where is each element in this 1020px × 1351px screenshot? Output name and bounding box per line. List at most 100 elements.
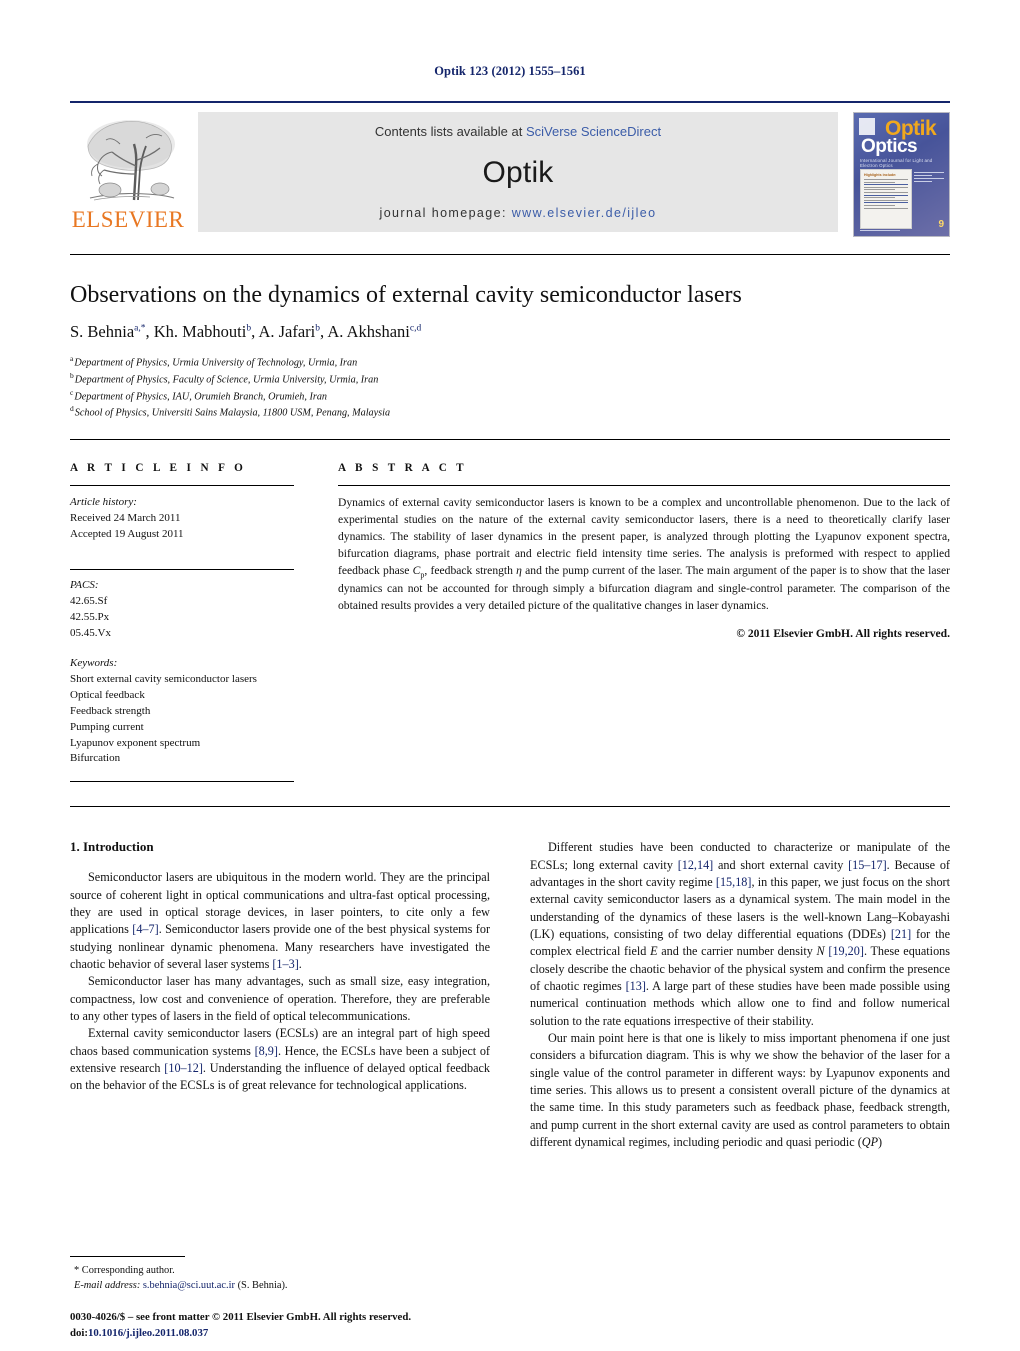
abstract-copyright: © 2011 Elsevier GmbH. All rights reserve… xyxy=(736,626,950,640)
journal-homepage-link[interactable]: www.elsevier.de/ijleo xyxy=(512,206,657,220)
journal-cover-container: Optik Optics International Journal for L… xyxy=(850,112,950,244)
elsevier-wordmark: ELSEVIER xyxy=(71,207,185,232)
footnote-divider xyxy=(70,1255,185,1257)
cover-issue-value: 9 xyxy=(938,219,944,230)
citation-link[interactable]: [1–3] xyxy=(272,957,298,971)
cover-side-line xyxy=(914,172,944,173)
pacs-label: PACS: xyxy=(70,579,99,592)
cover-side-line xyxy=(914,181,932,182)
citation-link[interactable]: [13] xyxy=(626,979,646,993)
affiliation-text: Department of Physics, Urmia University … xyxy=(74,357,358,369)
doi-label: doi: xyxy=(70,1326,88,1339)
email-owner: (S. Behnia). xyxy=(237,1279,288,1291)
cover-text-line xyxy=(864,184,908,186)
cover-side-lines xyxy=(914,170,944,184)
paragraph: Our main point here is that one is likel… xyxy=(530,1030,950,1151)
info-top-divider xyxy=(70,439,950,441)
journal-cover-thumbnail: Optik Optics International Journal for L… xyxy=(853,112,950,237)
cover-text-line xyxy=(864,186,908,188)
pacs-block: PACS: 42.65.Sf 42.55.Px 05.45.Vx xyxy=(70,578,294,642)
cover-tagline: International Journal for Light and Elec… xyxy=(860,158,933,168)
pacs-code: 05.45.Vx xyxy=(70,626,111,639)
cover-text-line xyxy=(864,204,895,206)
citation-link[interactable]: [8,9] xyxy=(255,1044,278,1058)
cover-side-line xyxy=(914,175,932,176)
keyword-item: Lyapunov exponent spectrum xyxy=(70,736,201,749)
email-address-link[interactable]: s.behnia@sci.uut.ac.ir xyxy=(143,1280,235,1291)
title-divider xyxy=(70,254,950,255)
inline-symbol: E xyxy=(650,944,658,959)
author-affil-mark: c,d xyxy=(409,323,422,334)
body-columns: 1. Introduction Semiconductor lasers are… xyxy=(70,839,950,1151)
homepage-prefix: journal homepage: xyxy=(379,206,512,220)
keyword-item: Optical feedback xyxy=(70,688,145,701)
abstract-heading: A B S T R A C T xyxy=(338,462,468,475)
received-date: Received 24 March 2011 xyxy=(70,512,181,525)
author-affil-mark: a,* xyxy=(134,323,146,334)
citation-link[interactable]: [19,20] xyxy=(828,944,864,958)
author-name: Kh. Mabhouti xyxy=(153,321,247,341)
section-heading-introduction: 1. Introduction xyxy=(70,839,154,855)
article-info-heading: A R T I C L E I N F O xyxy=(70,462,247,475)
body-top-divider xyxy=(70,806,950,808)
keyword-item: Bifurcation xyxy=(70,752,121,765)
cover-elsevier-mark-icon xyxy=(859,118,875,135)
imprint-line: 0030-4026/$ – see front matter © 2011 El… xyxy=(70,1310,412,1323)
text-run: and the carrier number density xyxy=(657,944,817,959)
author-name: S. Behnia xyxy=(70,321,135,341)
citation-link[interactable]: [15,18] xyxy=(716,875,752,889)
citation-link[interactable]: [12,14] xyxy=(678,858,714,872)
keywords-label: Keywords: xyxy=(70,656,118,669)
abstract-column: A B S T R A C T Dynamics of external cav… xyxy=(314,462,950,782)
affiliation-mark: a xyxy=(70,353,74,363)
keywords-block: Keywords: Short external cavity semicond… xyxy=(70,656,294,768)
article-info-rule xyxy=(70,485,294,487)
cover-highlight-box: Highlights include: xyxy=(860,169,912,229)
cover-text-line xyxy=(864,197,895,199)
imprint-block: 0030-4026/$ – see front matter © 2011 El… xyxy=(70,1309,670,1341)
citation-link[interactable]: [10–12] xyxy=(164,1061,203,1075)
paragraph: Different studies have been conducted to… xyxy=(530,839,950,1030)
info-bottom-divider xyxy=(70,781,294,783)
affiliation-item: dSchool of Physics, Universiti Sains Mal… xyxy=(70,404,950,421)
cover-text-line xyxy=(864,181,895,183)
journal-title: Optik xyxy=(482,155,554,189)
inline-symbol: N xyxy=(816,944,825,959)
cover-text-line xyxy=(864,194,908,196)
elsevier-tree-icon xyxy=(87,120,175,201)
text-run: Our main point here is that one is likel… xyxy=(530,1031,950,1149)
cover-bottom-line xyxy=(860,230,900,231)
info-abstract-section: A R T I C L E I N F O Article history: R… xyxy=(70,462,950,783)
journal-banner-center: Contents lists available at SciVerse Sci… xyxy=(198,112,838,232)
keyword-item: Short external cavity semiconductor lase… xyxy=(70,672,257,685)
text-run: . xyxy=(298,957,302,972)
affiliation-item: cDepartment of Physics, IAU, Orumieh Bra… xyxy=(70,388,950,405)
corresponding-author-note: * Corresponding author. xyxy=(74,1264,175,1276)
affiliation-item: bDepartment of Physics, Faculty of Scien… xyxy=(70,371,950,388)
abstract-part-2: , feedback strength xyxy=(424,563,517,577)
text-run: ) xyxy=(878,1135,883,1149)
sciencedirect-link[interactable]: SciVerse ScienceDirect xyxy=(526,124,661,139)
cover-side-line xyxy=(914,178,944,179)
article-history-block: Article history: Received 24 March 2011 … xyxy=(70,495,294,543)
paragraph: External cavity semiconductor lasers (EC… xyxy=(70,1025,490,1094)
pacs-code: 42.65.Sf xyxy=(70,595,108,608)
affiliation-mark: d xyxy=(70,404,74,414)
affiliation-list: aDepartment of Physics, Urmia University… xyxy=(70,354,950,422)
doi-value[interactable]: 10.1016/j.ijleo.2011.08.037 xyxy=(88,1327,208,1339)
text-run: and short external cavity xyxy=(713,857,849,872)
cover-text-line xyxy=(864,191,908,193)
email-label: E-mail address: xyxy=(74,1279,141,1291)
inline-symbol: QP xyxy=(861,1135,879,1149)
paragraph: Semiconductor lasers are ubiquitous in t… xyxy=(70,869,490,973)
email-note: E-mail address: s.behnia@sci.uut.ac.ir (… xyxy=(70,1278,490,1293)
cover-text-line xyxy=(864,207,908,209)
author-affil-mark: b xyxy=(246,323,252,334)
author-name: A. Akhshani xyxy=(327,321,410,341)
affiliation-text: School of Physics, Universiti Sains Mala… xyxy=(74,407,391,419)
citation-link[interactable]: [4–7] xyxy=(132,922,158,936)
citation-link[interactable]: [15–17] xyxy=(848,858,887,872)
journal-banner: ELSEVIER Contents lists available at Sci… xyxy=(70,101,950,244)
citation-link[interactable]: [21] xyxy=(891,927,911,941)
